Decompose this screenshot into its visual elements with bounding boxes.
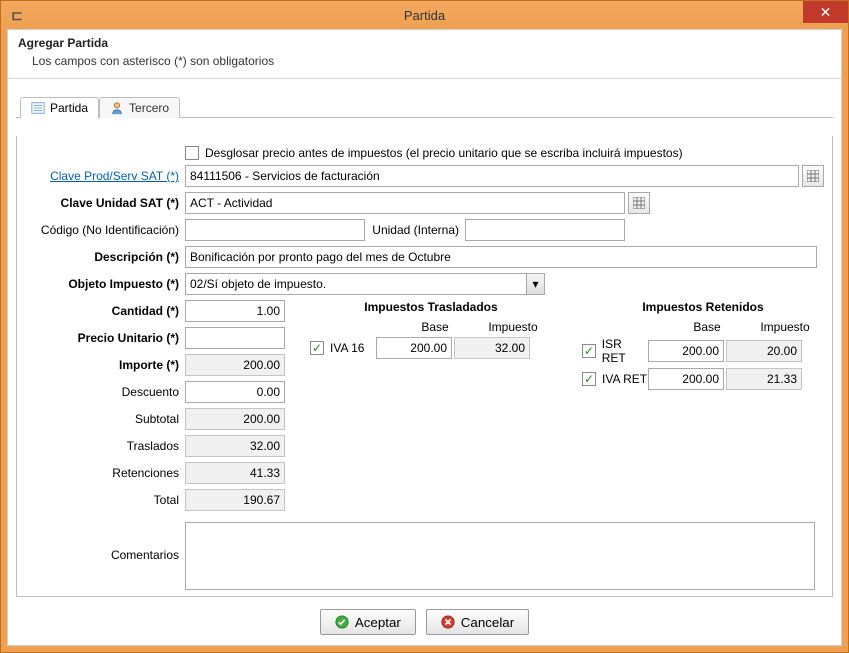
descuento-label: Descuento bbox=[25, 385, 185, 399]
retenciones-label: Retenciones bbox=[25, 466, 185, 480]
tax-name: ISR RET bbox=[602, 337, 648, 365]
trasladados-title: Impuestos Trasladados bbox=[310, 300, 552, 314]
list-icon bbox=[31, 101, 45, 115]
impuesto-header-r: Impuesto bbox=[746, 320, 824, 334]
retenciones-input bbox=[185, 462, 285, 484]
tax-name: IVA 16 bbox=[330, 341, 364, 355]
tab-tercero[interactable]: Tercero bbox=[99, 97, 180, 118]
clave-prodserv-input[interactable] bbox=[185, 165, 799, 187]
grid-icon bbox=[807, 170, 819, 182]
tax-base-input[interactable] bbox=[648, 368, 724, 390]
tax-row: ISR RET bbox=[582, 337, 824, 365]
total-input bbox=[185, 489, 285, 511]
cantidad-input[interactable] bbox=[185, 300, 285, 322]
titlebar: ⊏ Partida ✕ bbox=[1, 1, 848, 29]
impuesto-header-t: Impuesto bbox=[474, 320, 552, 334]
window-title: Partida bbox=[1, 8, 848, 23]
tax-impuesto-input bbox=[726, 340, 802, 362]
total-label: Total bbox=[25, 493, 185, 507]
codigo-label: Código (No Identificación) bbox=[25, 223, 185, 237]
base-header-r: Base bbox=[668, 320, 746, 334]
check-circle-icon bbox=[335, 615, 349, 629]
tax-row: IVA 16 bbox=[310, 337, 552, 359]
objeto-impuesto-label: Objeto Impuesto (*) bbox=[25, 277, 185, 291]
importe-input bbox=[185, 354, 285, 376]
chevron-down-icon[interactable]: ▾ bbox=[526, 274, 544, 294]
header-title: Agregar Partida bbox=[18, 36, 831, 50]
footer: Aceptar Cancelar bbox=[8, 609, 841, 635]
desglosar-checkbox[interactable] bbox=[185, 146, 199, 160]
unidad-interna-label: Unidad (Interna) bbox=[365, 223, 465, 237]
retenido-checkbox[interactable] bbox=[582, 372, 596, 386]
header-subtitle: Los campos con asterisco (*) son obligat… bbox=[32, 54, 831, 68]
tax-impuesto-input bbox=[726, 368, 802, 390]
cantidad-label: Cantidad (*) bbox=[25, 304, 185, 318]
cancelar-label: Cancelar bbox=[461, 615, 514, 630]
comentarios-textarea[interactable] bbox=[185, 522, 815, 590]
tax-name: IVA RET bbox=[602, 372, 647, 386]
tab-partida-label: Partida bbox=[50, 101, 88, 115]
clave-prodserv-picker[interactable] bbox=[802, 165, 824, 187]
header: Agregar Partida Los campos con asterisco… bbox=[8, 30, 841, 79]
retenidos-panel: Impuestos Retenidos Base Impuesto ISR RE… bbox=[582, 300, 824, 390]
desglosar-label: Desglosar precio antes de impuestos (el … bbox=[205, 146, 683, 160]
person-icon bbox=[110, 101, 124, 115]
objeto-impuesto-select[interactable] bbox=[185, 273, 545, 295]
tax-impuesto-input bbox=[454, 337, 530, 359]
subtotal-input bbox=[185, 408, 285, 430]
subtotal-label: Subtotal bbox=[25, 412, 185, 426]
clave-unidad-input[interactable] bbox=[185, 192, 625, 214]
tabstrip: Partida Tercero bbox=[8, 97, 841, 118]
clave-unidad-picker[interactable] bbox=[628, 192, 650, 214]
trasladado-checkbox[interactable] bbox=[310, 341, 324, 355]
grid-icon bbox=[633, 197, 645, 209]
aceptar-label: Aceptar bbox=[355, 615, 401, 630]
traslados-input bbox=[185, 435, 285, 457]
window: ⊏ Partida ✕ Agregar Partida Los campos c… bbox=[0, 0, 849, 653]
close-button[interactable]: ✕ bbox=[803, 1, 848, 23]
trasladados-panel: Impuestos Trasladados Base Impuesto IVA … bbox=[310, 300, 552, 390]
descuento-input[interactable] bbox=[185, 381, 285, 403]
traslados-label: Traslados bbox=[25, 439, 185, 453]
tab-body: Desglosar precio antes de impuestos (el … bbox=[16, 136, 833, 597]
clave-unidad-label: Clave Unidad SAT (*) bbox=[25, 196, 185, 210]
descripcion-label: Descripción (*) bbox=[25, 250, 185, 264]
base-header-t: Base bbox=[396, 320, 474, 334]
comentarios-label: Comentarios bbox=[25, 522, 185, 562]
clave-prodserv-link[interactable]: Clave Prod/Serv SAT (*) bbox=[50, 169, 179, 183]
tax-row: IVA RET bbox=[582, 368, 824, 390]
aceptar-button[interactable]: Aceptar bbox=[320, 609, 416, 635]
unidad-interna-input[interactable] bbox=[465, 219, 625, 241]
precio-unitario-input[interactable] bbox=[185, 327, 285, 349]
codigo-input[interactable] bbox=[185, 219, 365, 241]
retenido-checkbox[interactable] bbox=[582, 344, 596, 358]
tax-base-input[interactable] bbox=[648, 340, 724, 362]
importe-label: Importe (*) bbox=[25, 358, 185, 372]
tab-partida[interactable]: Partida bbox=[20, 97, 99, 118]
client-area: Agregar Partida Los campos con asterisco… bbox=[7, 29, 842, 646]
descripcion-input[interactable] bbox=[185, 246, 817, 268]
retenidos-title: Impuestos Retenidos bbox=[582, 300, 824, 314]
cancelar-button[interactable]: Cancelar bbox=[426, 609, 529, 635]
tax-base-input[interactable] bbox=[376, 337, 452, 359]
x-circle-icon bbox=[441, 615, 455, 629]
tab-tercero-label: Tercero bbox=[129, 101, 169, 115]
precio-unitario-label: Precio Unitario (*) bbox=[25, 331, 185, 345]
